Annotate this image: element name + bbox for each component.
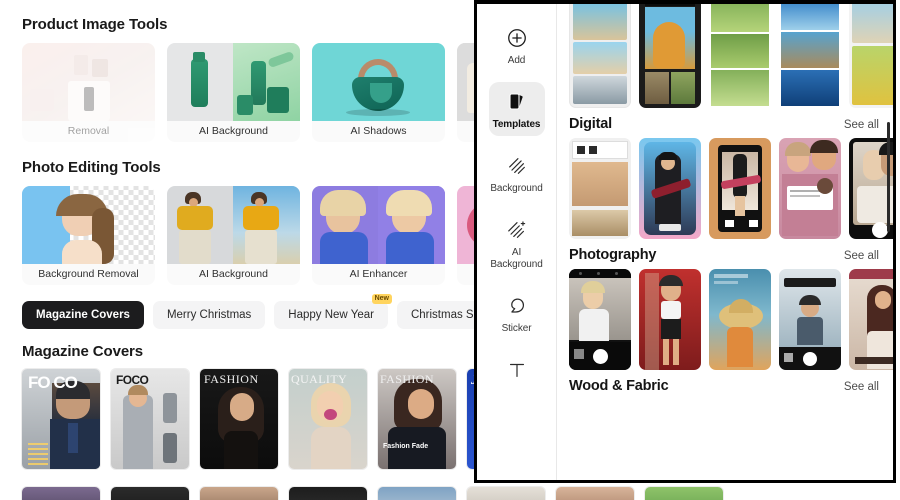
tool-thumb-ai-enhancer (312, 186, 445, 264)
sidebar-item-sticker[interactable]: Sticker (489, 286, 545, 340)
tool-card-ai-shadows[interactable]: AI Shadows (312, 43, 445, 142)
magazine-cover-item[interactable] (467, 487, 545, 500)
tool-thumb-ai-background-product (167, 43, 300, 121)
see-all-digital[interactable]: See all (844, 119, 879, 131)
tool-card-ai-enhancer[interactable]: AI Enhancer (312, 186, 445, 285)
tool-card-background-removal[interactable]: Background Removal (22, 186, 155, 285)
template-card[interactable] (709, 4, 771, 108)
sidebar-label-ai-background: AI Background (490, 247, 543, 270)
see-all-photography[interactable]: See all (844, 250, 879, 262)
sidebar-item-add[interactable]: Add (489, 18, 545, 72)
magazine-cover-item[interactable] (378, 487, 456, 500)
diagonal-stripes-icon (489, 153, 545, 179)
magazine-cover-item[interactable]: FASHION Fashion Fade (378, 369, 456, 469)
template-card[interactable] (569, 4, 631, 108)
template-card[interactable] (639, 138, 701, 239)
group-header-wood-fabric: Wood & Fabric See all (569, 370, 893, 400)
magazine-headline: FO CO (28, 373, 78, 392)
template-card[interactable] (779, 4, 841, 108)
sidebar-label-sticker: Sticker (501, 323, 532, 334)
group-title-photography: Photography (569, 247, 657, 263)
chip-magazine-covers[interactable]: Magazine Covers (22, 301, 144, 329)
plus-circle-icon (489, 25, 545, 51)
template-card[interactable] (709, 138, 771, 239)
sidebar-item-templates[interactable]: Templates (488, 82, 545, 136)
template-card[interactable] (639, 269, 701, 370)
group-header-digital: Digital See all (569, 108, 893, 138)
sparkle-stripes-icon (489, 217, 545, 243)
template-card[interactable] (779, 138, 841, 239)
tool-thumb-removal (22, 43, 155, 121)
panel-sidebar: Add Templates Background AI Background S… (477, 4, 557, 480)
chip-new-badge: New (371, 294, 392, 304)
panel-template-list[interactable]: Digital See all Photography See all Wood… (557, 4, 893, 480)
template-card[interactable] (569, 138, 631, 239)
tool-label-ai-enhancer: AI Enhancer (312, 264, 445, 285)
template-row-digital (569, 138, 893, 239)
tool-thumb-ai-shadows (312, 43, 445, 121)
magazine-subhead: Fashion Fade (383, 443, 429, 450)
magazine-headline: QUALITY (291, 372, 348, 386)
template-card[interactable] (709, 269, 771, 370)
sidebar-label-add: Add (507, 55, 526, 66)
tool-card-removal[interactable]: Removal (22, 43, 155, 142)
magazine-cover-item[interactable] (200, 487, 278, 500)
tool-card-ai-background-photo[interactable]: AI Background (167, 186, 300, 285)
tool-label-ai-shadows: AI Shadows (312, 121, 445, 142)
sidebar-item-ai-background[interactable]: AI Background (489, 210, 545, 276)
magazine-cover-item[interactable]: QUALITY (289, 369, 367, 469)
magazine-cover-item[interactable] (556, 487, 634, 500)
template-card[interactable] (779, 269, 841, 370)
sidebar-label-templates: Templates (492, 119, 541, 130)
layered-cards-icon (489, 89, 545, 115)
sticker-icon (489, 293, 545, 319)
tool-thumb-background-removal (22, 186, 155, 264)
group-header-photography: Photography See all (569, 239, 893, 269)
chip-label: Magazine Covers (36, 309, 130, 321)
sidebar-label-background: Background (490, 183, 543, 194)
see-all-wood-fabric[interactable]: See all (844, 381, 879, 393)
chip-label: Merry Christmas (166, 309, 252, 321)
chip-label: Happy New Year (288, 309, 374, 321)
sidebar-item-text[interactable] (489, 350, 545, 388)
magazine-headline: FASHION (380, 372, 434, 386)
magazine-cover-item[interactable] (289, 487, 367, 500)
panel-scrollbar-thumb[interactable] (887, 122, 890, 232)
magazine-headline: FASHION (204, 372, 259, 386)
group-title-wood-fabric: Wood & Fabric (569, 378, 669, 394)
magazine-cover-item[interactable]: FOCO (111, 369, 189, 469)
magazine-cover-row-2 (22, 487, 723, 500)
tool-label-ai-background-photo: AI Background (167, 264, 300, 285)
magazine-cover-item[interactable]: FASHION (200, 369, 278, 469)
tool-label-ai-background-product: AI Background (167, 121, 300, 142)
magazine-headline: FOCO (116, 373, 149, 387)
magazine-cover-item[interactable] (22, 487, 100, 500)
template-row-photography (569, 269, 893, 370)
magazine-cover-item[interactable] (111, 487, 189, 500)
group-title-digital: Digital (569, 116, 612, 132)
tool-label-removal: Removal (22, 121, 155, 142)
screen: Product Image Tools Removal AI Backgroun… (0, 0, 900, 500)
template-row-collage (569, 4, 893, 108)
template-card[interactable] (569, 269, 631, 370)
templates-panel: Add Templates Background AI Background S… (474, 0, 896, 483)
chip-merry-christmas[interactable]: Merry Christmas (152, 301, 266, 329)
chip-happy-new-year[interactable]: Happy New Year New (274, 294, 392, 329)
tool-card-ai-background-product[interactable]: AI Background (167, 43, 300, 142)
text-t-icon (489, 357, 545, 383)
magazine-cover-item[interactable]: FO CO (22, 369, 100, 469)
tool-label-background-removal: Background Removal (22, 264, 155, 285)
magazine-cover-item[interactable] (645, 487, 723, 500)
panel-scrollbar-track[interactable] (887, 10, 890, 480)
sidebar-item-background[interactable]: Background (489, 146, 545, 200)
template-card[interactable] (639, 4, 701, 108)
tool-thumb-ai-background-photo (167, 186, 300, 264)
